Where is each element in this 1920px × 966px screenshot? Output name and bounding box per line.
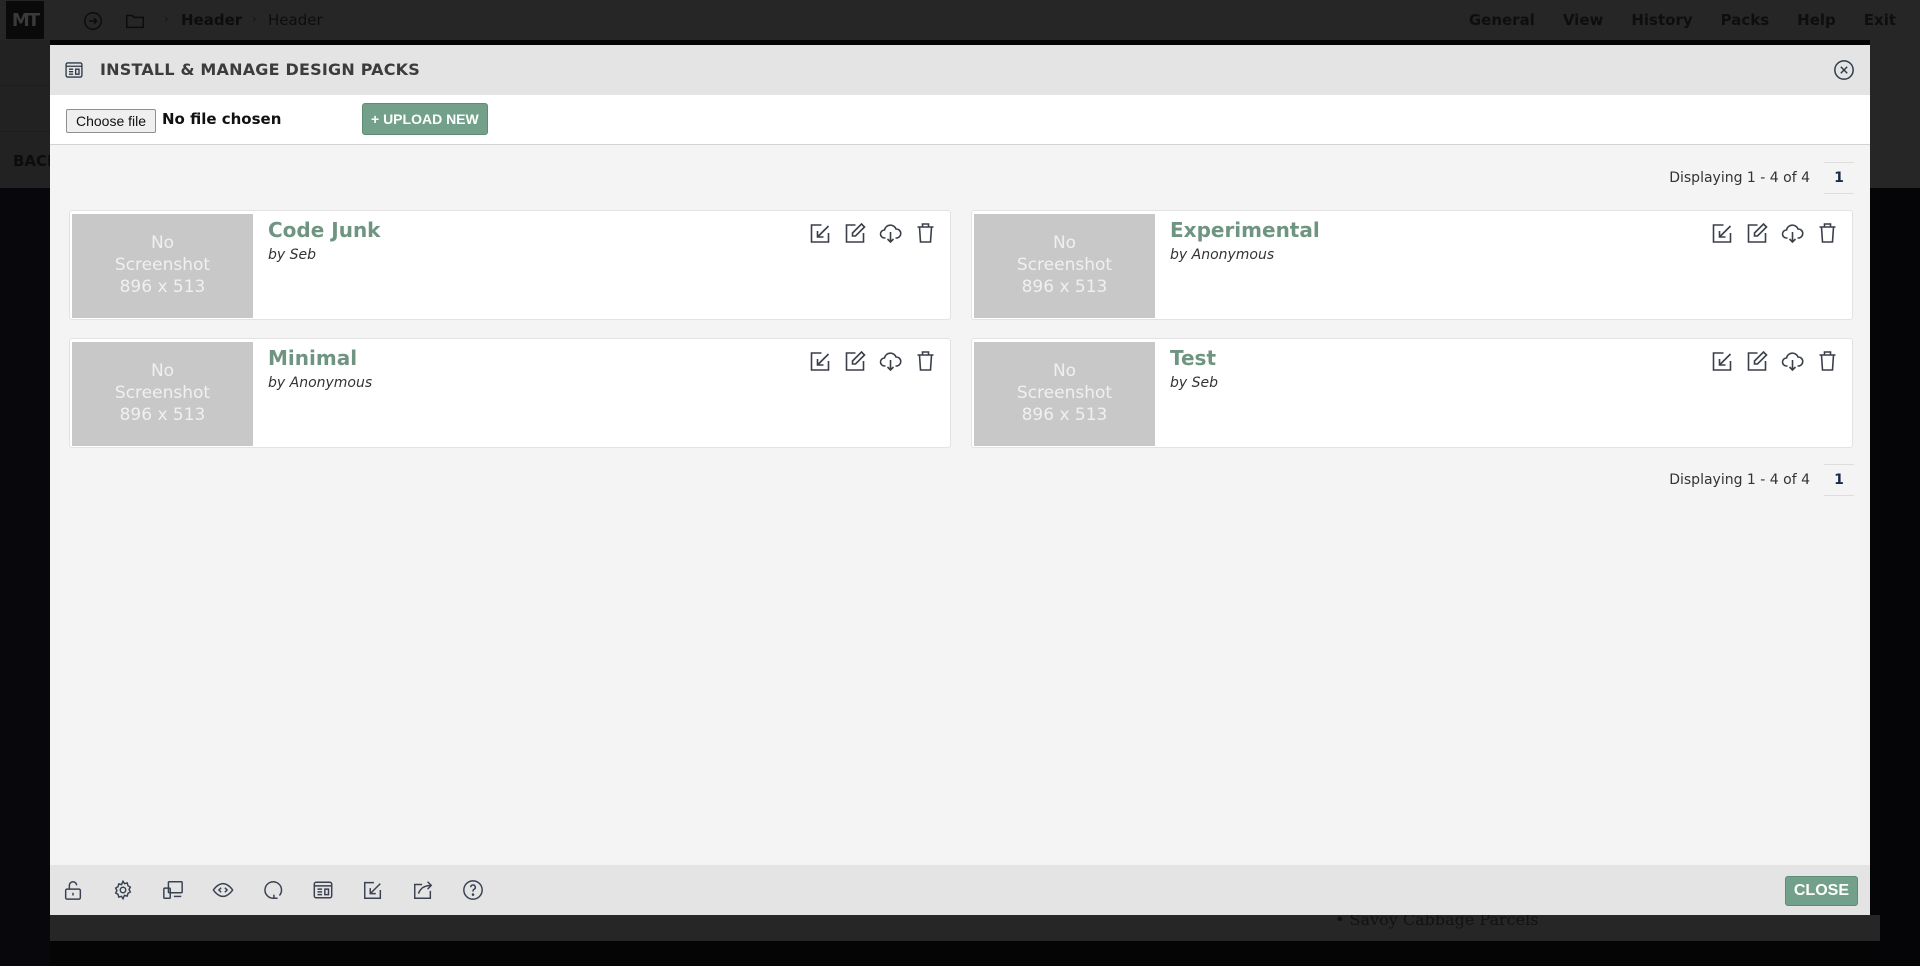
thumb-text: Screenshot (1016, 383, 1113, 403)
folder-icon[interactable] (124, 10, 146, 32)
top-menu: General View History Packs Help Exit (1455, 0, 1910, 40)
pack-thumbnail: No Screenshot 896 x 513 (974, 342, 1155, 446)
menu-exit[interactable]: Exit (1850, 11, 1910, 29)
thumb-text: No (150, 233, 175, 253)
install-icon[interactable] (362, 878, 384, 902)
edit-icon[interactable] (1745, 221, 1770, 245)
pack-author: by Anonymous (1170, 247, 1275, 263)
upload-new-button[interactable]: + UPLOAD NEW (362, 103, 488, 135)
pack-actions (808, 349, 938, 373)
help-icon[interactable] (462, 878, 484, 902)
pack-card: No Screenshot 896 x 513 Test by Seb (971, 338, 1853, 448)
thumb-size: 896 x 513 (119, 277, 206, 297)
unlock-icon[interactable] (62, 878, 84, 902)
eye-code-icon[interactable] (212, 878, 234, 902)
thumb-text: Screenshot (1016, 255, 1113, 275)
pack-author: by Seb (268, 247, 317, 263)
trash-icon[interactable] (1815, 221, 1840, 245)
export-icon[interactable] (412, 878, 434, 902)
install-icon[interactable] (1710, 221, 1735, 245)
download-cloud-icon[interactable] (1780, 221, 1805, 245)
install-icon[interactable] (1710, 349, 1735, 373)
right-sidebar (1870, 40, 1920, 188)
thumb-text: No (150, 361, 175, 381)
menu-help[interactable]: Help (1783, 11, 1850, 29)
sidebar-code[interactable] (0, 86, 50, 132)
layout-panel-icon (64, 60, 84, 80)
menu-view[interactable]: View (1549, 11, 1618, 29)
choose-file-button[interactable]: Choose file (66, 109, 157, 133)
close-button[interactable]: CLOSE (1784, 876, 1858, 906)
thumb-size: 896 x 513 (1021, 405, 1108, 425)
background-canvas-right (1870, 188, 1920, 966)
install-icon[interactable] (808, 349, 833, 373)
download-cloud-icon[interactable] (878, 349, 903, 373)
page-button[interactable]: 1 (1824, 464, 1854, 496)
breadcrumb-separator: › (252, 12, 257, 26)
thumb-size: 896 x 513 (119, 405, 206, 425)
pagination-info: Displaying 1 - 4 of 4 (1669, 170, 1810, 186)
pagination-top: Displaying 1 - 4 of 4 1 (1669, 162, 1854, 194)
menu-history[interactable]: History (1617, 11, 1706, 29)
thumb-text: Screenshot (114, 255, 211, 275)
app-logo: MT (6, 1, 44, 39)
modal-header: INSTALL & MANAGE DESIGN PACKS (50, 45, 1870, 95)
modal-footer: CLOSE (50, 865, 1870, 915)
pack-thumbnail: No Screenshot 896 x 513 (974, 214, 1155, 318)
thumb-text: No (1052, 361, 1077, 381)
pack-name[interactable]: Code Junk (268, 218, 380, 242)
navigate-icon[interactable] (82, 10, 104, 32)
edit-icon[interactable] (843, 221, 868, 245)
menu-packs[interactable]: Packs (1707, 11, 1784, 29)
pack-author: by Seb (1170, 375, 1219, 391)
breadcrumb-item[interactable]: Header (268, 11, 323, 29)
pack-author: by Anonymous (268, 375, 373, 391)
close-circle-icon[interactable] (1833, 59, 1855, 81)
design-packs-modal: INSTALL & MANAGE DESIGN PACKS Choose fil… (50, 45, 1870, 915)
app-top-bar: MT › Header › Header General View Histor… (0, 0, 1920, 40)
pack-actions (1710, 221, 1840, 245)
background-content-strip (50, 915, 1880, 941)
pack-name[interactable]: Experimental (1170, 218, 1320, 242)
breadcrumb-separator: › (164, 12, 169, 26)
install-icon[interactable] (808, 221, 833, 245)
refresh-icon[interactable] (262, 878, 284, 902)
sidebar-devices[interactable] (0, 40, 50, 86)
pack-name[interactable]: Test (1170, 346, 1216, 370)
pack-thumbnail: No Screenshot 896 x 513 (72, 214, 253, 318)
pack-actions (1710, 349, 1840, 373)
file-status: No file chosen (162, 110, 282, 128)
gear-icon[interactable] (112, 878, 134, 902)
trash-icon[interactable] (913, 221, 938, 245)
pack-thumbnail: No Screenshot 896 x 513 (72, 342, 253, 446)
thumb-text: Screenshot (114, 383, 211, 403)
edit-icon[interactable] (843, 349, 868, 373)
pack-card: No Screenshot 896 x 513 Minimal by Anony… (69, 338, 951, 448)
menu-general[interactable]: General (1455, 11, 1549, 29)
background-canvas-left (0, 188, 50, 966)
pagination-info: Displaying 1 - 4 of 4 (1669, 472, 1810, 488)
trash-icon[interactable] (1815, 349, 1840, 373)
thumb-size: 896 x 513 (1021, 277, 1108, 297)
page-button[interactable]: 1 (1824, 162, 1854, 194)
edit-icon[interactable] (1745, 349, 1770, 373)
thumb-text: No (1052, 233, 1077, 253)
download-cloud-icon[interactable] (878, 221, 903, 245)
pack-card: No Screenshot 896 x 513 Code Junk by Seb (69, 210, 951, 320)
upload-bar: Choose file No file chosen + UPLOAD NEW (50, 95, 1870, 145)
pack-actions (808, 221, 938, 245)
layout-panel-icon[interactable] (312, 878, 334, 902)
breadcrumb-item[interactable]: Header (181, 11, 242, 29)
trash-icon[interactable] (913, 349, 938, 373)
modal-title: INSTALL & MANAGE DESIGN PACKS (100, 60, 421, 79)
download-cloud-icon[interactable] (1780, 349, 1805, 373)
devices-icon[interactable] (162, 878, 184, 902)
footer-toolbar (62, 878, 484, 902)
pagination-bottom: Displaying 1 - 4 of 4 1 (1669, 464, 1854, 496)
pack-card: No Screenshot 896 x 513 Experimental by … (971, 210, 1853, 320)
pack-name[interactable]: Minimal (268, 346, 357, 370)
